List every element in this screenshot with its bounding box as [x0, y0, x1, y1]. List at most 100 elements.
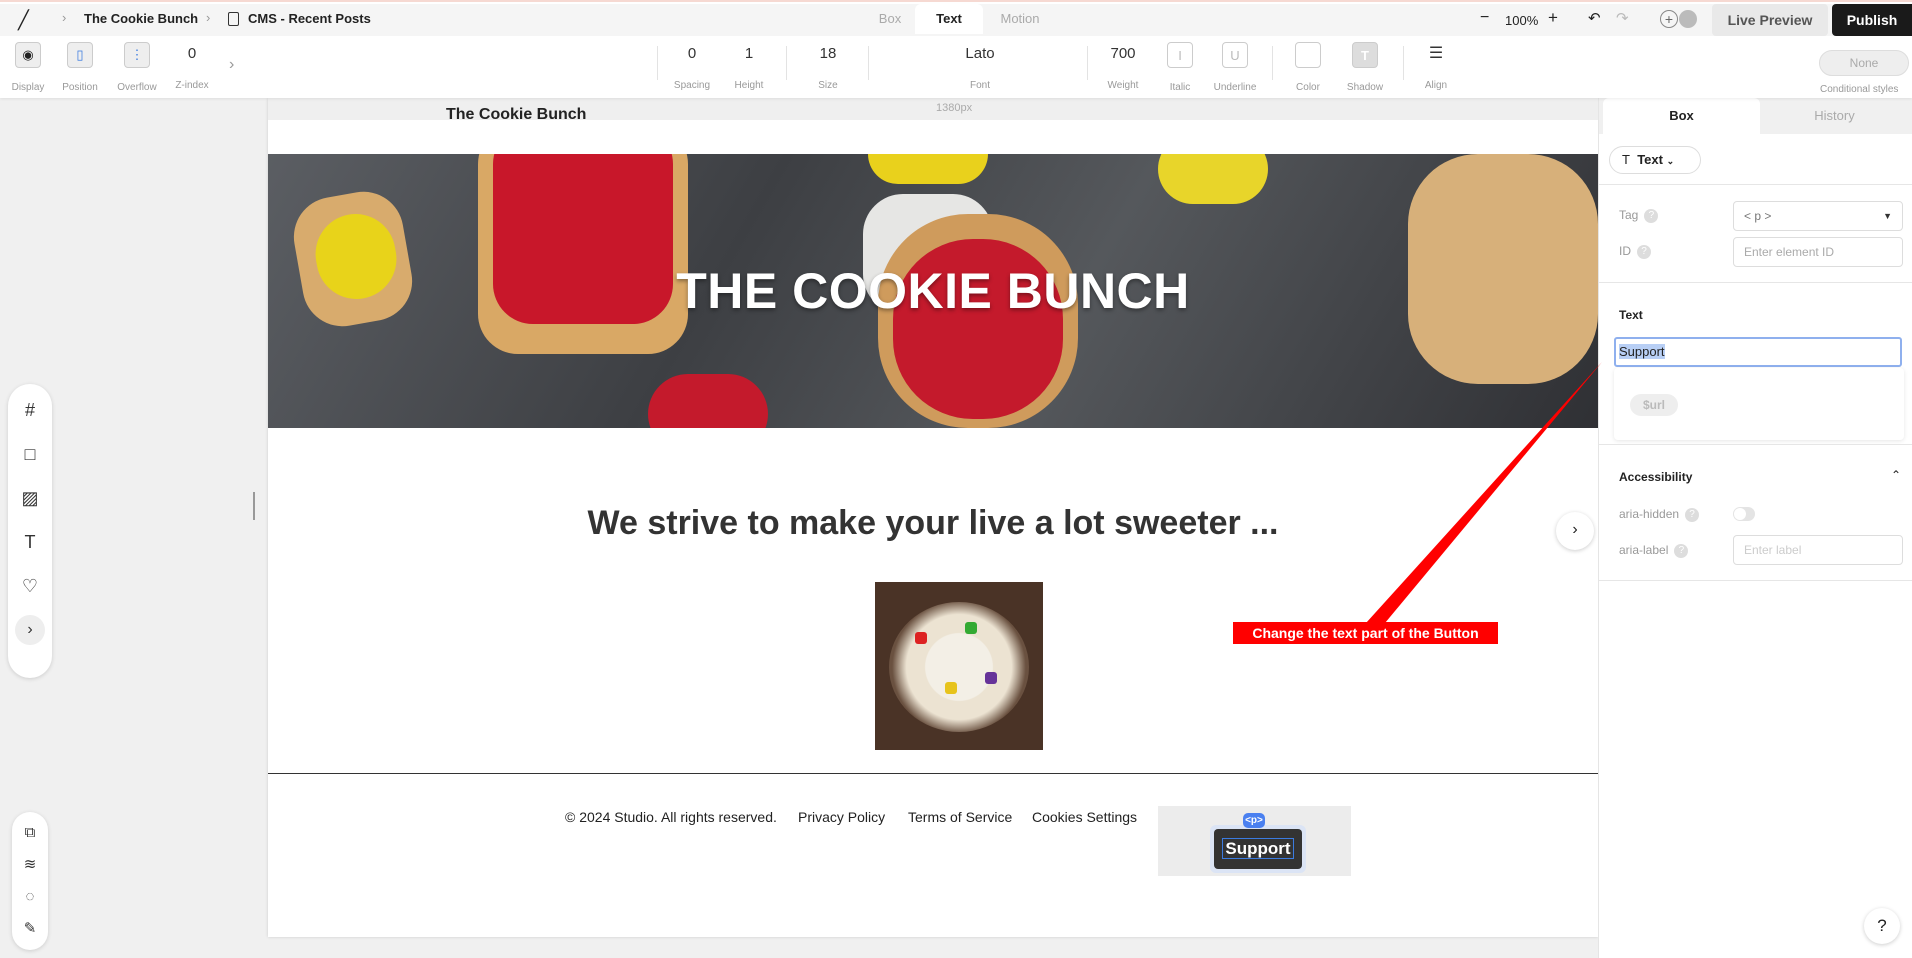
- italic-toggle[interactable]: I Italic: [1160, 42, 1200, 93]
- tagline[interactable]: We strive to make your live a lot sweete…: [268, 504, 1598, 543]
- redo-icon[interactable]: ↷: [1616, 9, 1629, 27]
- undo-icon[interactable]: ↶: [1588, 9, 1601, 27]
- help-icon[interactable]: ?: [1637, 244, 1651, 259]
- position-control[interactable]: ▯ Position: [60, 42, 100, 93]
- chevron-right-icon[interactable]: ›: [229, 56, 234, 74]
- underline-toggle[interactable]: U Underline: [1210, 42, 1260, 93]
- weight-value[interactable]: 700: [1100, 42, 1146, 66]
- weight-control[interactable]: 700 Weight: [1100, 42, 1146, 91]
- aria-hidden-toggle[interactable]: [1733, 507, 1755, 521]
- support-button-text[interactable]: Support: [1222, 838, 1294, 859]
- add-collaborator-icon[interactable]: +: [1660, 10, 1678, 28]
- hero-title[interactable]: THE COOKIE BUNCH: [268, 262, 1598, 320]
- tag-select[interactable]: < p > ▼: [1733, 201, 1903, 231]
- underline-icon: U: [1222, 42, 1248, 68]
- privacy-policy-link[interactable]: Privacy Policy: [798, 809, 885, 825]
- expand-chevron-icon[interactable]: ›: [8, 608, 52, 652]
- publish-button[interactable]: Publish: [1832, 4, 1912, 36]
- id-input[interactable]: Enter element ID: [1733, 237, 1903, 267]
- zindex-control[interactable]: 0 Z-index: [172, 42, 212, 91]
- size-value[interactable]: 18: [806, 42, 850, 66]
- pencil-icon[interactable]: ✎: [12, 912, 48, 944]
- align-center-icon: ☰: [1428, 45, 1444, 62]
- help-button[interactable]: ?: [1864, 908, 1900, 944]
- chevron-right-icon: ›: [206, 10, 211, 25]
- help-icon[interactable]: ?: [1644, 208, 1659, 223]
- tab-motion[interactable]: Motion: [986, 4, 1054, 34]
- text-input[interactable]: Support: [1614, 337, 1902, 367]
- cookie-image: [868, 154, 988, 184]
- box-icon[interactable]: □: [8, 432, 52, 476]
- conditional-styles-button[interactable]: None: [1819, 50, 1909, 76]
- divider: [786, 46, 787, 80]
- shadow-control[interactable]: T Shadow: [1343, 42, 1387, 93]
- chevron-up-icon[interactable]: ⌃: [1891, 468, 1901, 482]
- avatar[interactable]: [1679, 10, 1697, 28]
- support-button[interactable]: Support: [1214, 829, 1302, 869]
- conditional-styles-label: Conditional styles: [1820, 84, 1899, 95]
- shadow-label: Shadow: [1346, 82, 1384, 93]
- display-label: Display: [11, 82, 45, 93]
- divider: [1403, 46, 1404, 80]
- comment-icon[interactable]: ◌: [12, 880, 48, 912]
- chevron-right-expand-button[interactable]: ›: [1556, 512, 1594, 550]
- annotation-label: Change the text part of the Button: [1233, 622, 1498, 644]
- copy-icon[interactable]: ⧉: [12, 816, 48, 848]
- text-icon[interactable]: T: [8, 520, 52, 564]
- spacing-control[interactable]: 0 Spacing: [670, 42, 714, 91]
- breadcrumb-site[interactable]: The Cookie Bunch: [84, 11, 198, 26]
- zindex-value[interactable]: 0: [172, 42, 212, 66]
- underline-label: Underline: [1213, 82, 1257, 93]
- overflow-icon: ⋮: [124, 42, 150, 68]
- line-height-value[interactable]: 1: [727, 42, 771, 66]
- aria-label-input[interactable]: Enter label: [1733, 535, 1903, 565]
- spacing-value[interactable]: 0: [670, 42, 714, 66]
- element-type-dropdown[interactable]: T Text ⌄: [1609, 146, 1701, 174]
- display-control[interactable]: ◉ Display: [8, 42, 48, 93]
- breadcrumb-page[interactable]: CMS - Recent Posts: [248, 11, 371, 26]
- zoom-out-button[interactable]: −: [1480, 9, 1489, 27]
- url-variable-chip[interactable]: $url: [1630, 394, 1678, 416]
- font-control[interactable]: Lato Font: [930, 42, 1030, 91]
- page-canvas: 1380px The Cookie Bunch THE COOKIE BUNCH…: [268, 98, 1598, 937]
- tab-text[interactable]: Text: [915, 4, 983, 34]
- variable-suggestions: $url: [1614, 368, 1904, 440]
- top-bar: ╱ › The Cookie Bunch › CMS - Recent Post…: [0, 0, 1912, 98]
- zindex-label: Z-index: [175, 80, 209, 91]
- font-value[interactable]: Lato: [930, 42, 1030, 66]
- help-icon[interactable]: ?: [1674, 543, 1689, 558]
- line-height-control[interactable]: 1 Height: [727, 42, 771, 91]
- page-icon: [228, 12, 239, 26]
- panel-tab-box[interactable]: Box: [1603, 98, 1760, 134]
- hero-banner: THE COOKIE BUNCH: [268, 154, 1598, 428]
- pen-logo-icon[interactable]: ╱: [18, 10, 29, 31]
- size-control[interactable]: 18 Size: [806, 42, 850, 91]
- image-icon[interactable]: ▨: [8, 476, 52, 520]
- chevron-right-icon: ›: [62, 10, 67, 25]
- align-control[interactable]: ☰ Align: [1416, 42, 1456, 91]
- frame-icon[interactable]: #: [8, 388, 52, 432]
- terms-of-service-link[interactable]: Terms of Service: [908, 809, 1012, 825]
- color-label: Color: [1296, 82, 1320, 93]
- layers-icon[interactable]: ≋: [12, 848, 48, 880]
- site-name[interactable]: The Cookie Bunch: [446, 106, 586, 124]
- color-control[interactable]: Color: [1288, 42, 1328, 93]
- eye-icon: ◉: [15, 42, 41, 68]
- cookies-settings-link[interactable]: Cookies Settings: [1032, 809, 1137, 825]
- cookie-platter-image[interactable]: [875, 582, 1043, 750]
- overflow-control[interactable]: ⋮ Overflow: [114, 42, 160, 93]
- text-type-icon: T: [1622, 152, 1630, 167]
- heart-icon[interactable]: ♡: [8, 564, 52, 608]
- panel-tab-history[interactable]: History: [1756, 98, 1912, 134]
- spacing-label: Spacing: [673, 80, 711, 91]
- live-preview-button[interactable]: Live Preview: [1712, 4, 1828, 36]
- width-indicator: 1380px: [936, 102, 973, 114]
- zoom-in-button[interactable]: +: [1548, 8, 1558, 28]
- resize-handle-left[interactable]: [253, 492, 255, 520]
- tab-box[interactable]: Box: [856, 4, 924, 34]
- properties-panel: Box History T Text ⌄ Tag? < p > ▼ ID? Ent…: [1598, 98, 1912, 958]
- divider: [868, 46, 869, 80]
- help-icon[interactable]: ?: [1685, 507, 1700, 522]
- divider: [1599, 184, 1912, 185]
- tag-value: < p >: [1744, 209, 1772, 223]
